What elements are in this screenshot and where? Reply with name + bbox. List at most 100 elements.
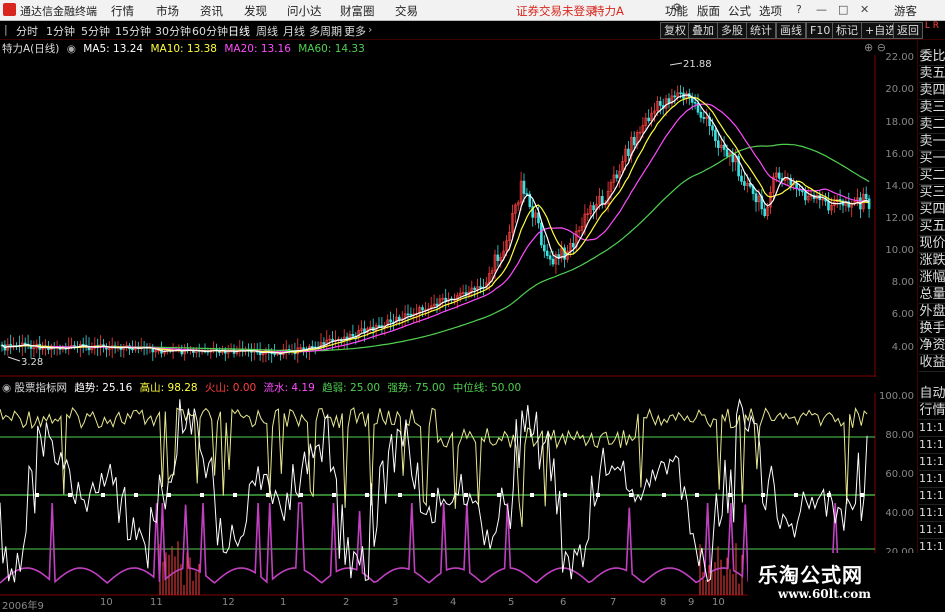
midline-marker	[332, 493, 336, 497]
indicator-chart[interactable]	[0, 393, 876, 596]
period-30min[interactable]: 30分钟	[155, 23, 191, 39]
quote-field-label[interactable]: 涨跌	[919, 252, 945, 270]
adjust-button[interactable]: 复权	[660, 22, 690, 39]
menu-item-news[interactable]: 资讯	[200, 3, 223, 19]
candle-body	[389, 319, 392, 323]
draw-button[interactable]: 画线	[776, 22, 806, 39]
quote-field-label[interactable]: 买一	[919, 150, 945, 168]
candle-body	[592, 205, 595, 211]
menu-item-exchange[interactable]: 市场	[156, 3, 179, 19]
maximize-icon[interactable]: □	[838, 3, 848, 16]
candle-body	[322, 342, 326, 345]
price-tick: 4.00	[891, 342, 914, 353]
candle-body	[699, 111, 703, 118]
stats-button[interactable]: 统计	[746, 22, 776, 39]
period-monthly[interactable]: 月线	[283, 23, 305, 39]
midline-marker	[233, 493, 237, 497]
quote-field-label[interactable]: 换手	[919, 320, 945, 338]
quote-field-label[interactable]: 买四	[919, 201, 945, 219]
indicator-header: ◉ 股票指标网 趋势: 25.16 高山: 98.28 火山: 0.00 流水:…	[2, 380, 872, 394]
main-chart-header: 特力A(日线) ◉ MA5: 13.24 MA10: 13.38 MA20: 1…	[2, 41, 602, 55]
midline-marker	[695, 493, 699, 497]
price-chart[interactable]: 21.88 3.28	[0, 55, 876, 377]
candle-body	[542, 244, 546, 252]
layout-toggle-icon[interactable]: L R	[922, 22, 942, 38]
login-status[interactable]: 证券交易未登录	[516, 3, 597, 19]
candle-body	[679, 92, 682, 95]
quote-mode-label[interactable]: 行情	[919, 402, 945, 420]
ma60-label: MA60: 14.33	[298, 43, 365, 55]
menu-item-formula[interactable]: 公式	[728, 3, 751, 19]
ma10-line	[1, 96, 870, 354]
trade-time-label[interactable]: 11:11	[919, 436, 945, 454]
period-60min[interactable]: 60分钟	[192, 23, 228, 39]
help-icon[interactable]: ?	[796, 3, 802, 16]
quote-field-label[interactable]: 总量	[919, 286, 945, 304]
menu-item-trade[interactable]: 交易	[395, 3, 418, 19]
period-tick[interactable]: 分时	[16, 23, 38, 39]
midline-marker	[794, 493, 798, 497]
mark-button[interactable]: 标记	[832, 22, 862, 39]
trade-time-label[interactable]: 11:11	[919, 487, 945, 505]
menu-item-market[interactable]: 行情	[111, 3, 134, 19]
candle-body	[600, 196, 604, 205]
quote-field-label[interactable]: 买五	[919, 218, 945, 236]
trade-time-label[interactable]: 11:11	[919, 470, 945, 488]
period-1min[interactable]: 1分钟	[46, 23, 75, 39]
minimize-icon[interactable]: —	[816, 3, 827, 16]
quote-field-label[interactable]: 涨幅	[919, 269, 945, 287]
quote-field-label[interactable]: 委比	[919, 48, 945, 66]
quote-field-label[interactable]: 外盘	[919, 303, 945, 321]
candle-body	[310, 346, 314, 348]
close-icon[interactable]: ✕	[860, 3, 869, 16]
chart-title: 特力A(日线)	[2, 43, 60, 55]
menu-item-layout[interactable]: 版面	[697, 3, 720, 19]
trade-time-label[interactable]: 11:11	[919, 419, 945, 437]
trade-time-label[interactable]: 11:11	[919, 504, 945, 522]
candlestick-series	[0, 85, 871, 363]
candle-body	[702, 117, 706, 119]
chevron-right-icon[interactable]: ›	[368, 23, 372, 36]
menu-item-ask[interactable]: 问小达	[287, 3, 322, 19]
menu-item-wealth[interactable]: 财富圈	[340, 3, 375, 19]
period-15min[interactable]: 15分钟	[115, 23, 151, 39]
candle-body	[716, 140, 720, 148]
quote-field-label[interactable]: 卖三	[919, 99, 945, 117]
candle-body	[693, 102, 697, 104]
ma5-label: MA5: 13.24	[83, 43, 144, 55]
multi-stock-button[interactable]: 多股	[717, 22, 747, 39]
overlay-button[interactable]: 叠加	[688, 22, 718, 39]
quote-field-label[interactable]: 现价	[919, 235, 945, 253]
f10-button[interactable]: F10	[806, 22, 835, 39]
menu-item-function[interactable]: 功能	[665, 3, 688, 19]
midline-marker	[563, 493, 567, 497]
quote-field-label[interactable]: 净资	[919, 337, 945, 355]
back-button[interactable]: 返回	[893, 22, 923, 39]
candle-body	[397, 316, 401, 321]
quote-field-label[interactable]: 卖四	[919, 82, 945, 100]
period-multi[interactable]: 多周期	[309, 23, 342, 39]
quote-field-label[interactable]: 买三	[919, 184, 945, 202]
indicator-tick: 40.00	[885, 508, 914, 519]
period-5min[interactable]: 5分钟	[81, 23, 110, 39]
chart-options-icon[interactable]: ⊕ ⊖	[864, 41, 886, 54]
menu-item-discover[interactable]: 发现	[244, 3, 267, 19]
midline-marker	[68, 493, 72, 497]
quote-field-label[interactable]: 卖二	[919, 116, 945, 134]
period-weekly[interactable]: 周线	[256, 23, 278, 39]
menu-item-options[interactable]: 选项	[759, 3, 782, 19]
quote-mode-label[interactable]: 自动	[919, 385, 945, 403]
trade-time-label[interactable]: 11:11	[919, 453, 945, 471]
settings-icon[interactable]: ◉	[67, 43, 76, 55]
period-more[interactable]: 更多	[344, 23, 366, 39]
quote-field-label[interactable]: 买二	[919, 167, 945, 185]
period-daily[interactable]: 日线	[228, 23, 250, 39]
quote-field-label[interactable]: 卖一	[919, 133, 945, 151]
date-tick: 10	[712, 597, 725, 608]
trade-time-label[interactable]: 11:11	[919, 521, 945, 539]
guest-label[interactable]: 游客	[894, 3, 917, 19]
date-tick: 4	[450, 597, 457, 608]
quote-field-label[interactable]: 收益	[919, 354, 945, 372]
price-tick: 6.00	[891, 309, 914, 320]
quote-field-label[interactable]: 卖五	[919, 65, 945, 83]
